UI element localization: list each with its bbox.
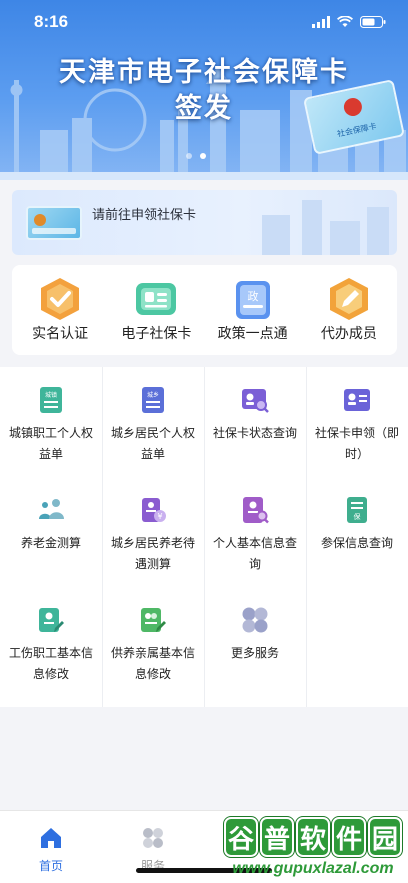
quick-action-policy[interactable]: 政 政策一点通: [205, 265, 301, 355]
site-watermark: 谷 普 软 件 园 www.gupuxlazal.com: [222, 814, 404, 880]
service-label: 养老金测算: [20, 536, 81, 550]
shield-check-icon: [41, 278, 80, 320]
card-seal-icon: [34, 214, 46, 226]
watermark-char: 园: [368, 817, 402, 857]
service-rural-pension-calc[interactable]: ¥ 城乡居民养老待遇测算: [102, 495, 204, 575]
service-injured-worker-edit[interactable]: 工伤职工基本信息修改: [0, 605, 102, 685]
building-decoration: [262, 215, 290, 255]
tab-label: 首页: [38, 859, 63, 873]
building-decoration: [330, 221, 360, 255]
status-time: 8:16: [34, 12, 69, 31]
notice-text: 请前往申领社保卡: [92, 208, 197, 223]
quick-action-label: 电子社保卡: [121, 326, 192, 342]
rural-doc-icon: 城乡: [142, 387, 164, 413]
more-grid-icon: [242, 607, 268, 633]
watermark-char: 软: [296, 817, 330, 857]
card-search-icon: [242, 389, 269, 413]
quick-action-label: 代办成员: [320, 326, 377, 342]
wifi-icon: [337, 16, 353, 27]
service-label: 更多服务: [230, 646, 279, 660]
service-label: 供养亲属基本信息修改: [110, 646, 195, 681]
service-label: 参保信息查询: [320, 536, 393, 550]
person-search-icon: [243, 497, 269, 524]
quick-action-label: 政策一点通: [217, 326, 288, 342]
home-icon: [41, 828, 61, 848]
building-decoration: [367, 207, 389, 255]
national-emblem-icon: [342, 96, 364, 118]
signal-icon: [312, 16, 330, 28]
watermark-char: 谷: [224, 817, 258, 857]
icon-text: 城乡: [147, 392, 159, 399]
card-band: [32, 228, 76, 234]
service-more[interactable]: 更多服务: [204, 605, 306, 664]
tab-home[interactable]: 首页: [0, 811, 102, 883]
icon-text: 保: [354, 512, 361, 521]
watermark-char: 件: [332, 817, 366, 857]
service-dependent-edit[interactable]: 供养亲属基本信息修改: [102, 605, 204, 685]
carousel-indicator: [186, 153, 206, 159]
service-label: 社保卡状态查询: [212, 426, 297, 440]
insured-doc-icon: 保: [347, 497, 367, 523]
card-apply-icon: [344, 389, 370, 411]
service-grid-icon: [143, 828, 163, 848]
urban-doc-icon: 城镇: [40, 387, 62, 413]
icon-text: 城镇: [45, 391, 57, 399]
banner-title-line1: 天津市电子社会保障卡: [59, 57, 349, 88]
svg-text:¥: ¥: [157, 512, 162, 521]
building-decoration: [302, 200, 322, 255]
family-edit-icon: [141, 608, 166, 632]
svg-text:政: 政: [247, 289, 258, 303]
carousel-dot[interactable]: [186, 153, 192, 159]
service-card-apply[interactable]: 社保卡申领（即时）: [306, 385, 408, 465]
status-bar: 8:16: [0, 0, 408, 44]
service-label: 城镇职工个人权益单: [8, 426, 93, 461]
policy-doc-icon: 政: [235, 281, 270, 319]
watermark-char: 普: [260, 817, 294, 857]
services-grid: 城镇 城镇职工个人权益单 城乡 城乡居民个人权益单 社保卡状态查询 社保卡申领（…: [0, 367, 408, 707]
service-label: 社保卡申领（即时）: [314, 426, 399, 461]
carousel-dot-active[interactable]: [200, 153, 206, 159]
status-icons: [312, 16, 386, 28]
service-personal-info[interactable]: 个人基本信息查询: [204, 495, 306, 575]
watermark-url: www.gupuxlazal.com: [232, 860, 394, 877]
id-card-icon: [136, 283, 177, 315]
apply-card-notice[interactable]: 请前往申领社保卡 V: [12, 190, 397, 255]
quick-actions-panel: 实名认证 电子社保卡 政 政策一点通 代办成员: [12, 265, 397, 355]
service-label: 城乡居民养老待遇测算: [110, 536, 195, 571]
service-label: 城乡居民个人权益单: [110, 426, 195, 461]
worker-edit-icon: [39, 608, 64, 632]
quick-action-label: 实名认证: [32, 326, 89, 342]
service-rural-rights[interactable]: 城乡 城乡居民个人权益单: [102, 385, 204, 465]
watermark-logo: 谷 普 软 件 园: [222, 816, 404, 858]
service-urban-rights[interactable]: 城镇 城镇职工个人权益单: [0, 385, 102, 465]
card-illustration-text: 社会保障卡: [336, 121, 378, 139]
banner-carousel[interactable]: 8:16 天津市电子社会保障卡 签发 社会保障卡: [0, 0, 408, 180]
service-card-status[interactable]: 社保卡状态查询: [204, 385, 306, 444]
quick-action-real-name[interactable]: 实名认证: [12, 265, 108, 355]
battery-icon: [360, 16, 386, 28]
quick-action-agent[interactable]: 代办成员: [301, 265, 397, 355]
elder-people-icon: [39, 499, 64, 519]
pen-hexagon-icon: [329, 278, 368, 320]
service-insured-info[interactable]: 保 参保信息查询: [306, 495, 408, 554]
social-card-icon: [26, 206, 82, 240]
elder-calc-icon: ¥: [142, 498, 166, 522]
quick-action-e-card[interactable]: 电子社保卡: [108, 265, 204, 355]
service-label: 工伤职工基本信息修改: [8, 646, 93, 681]
service-pension-calc[interactable]: 养老金测算: [0, 495, 102, 554]
service-label: 个人基本信息查询: [212, 536, 297, 571]
